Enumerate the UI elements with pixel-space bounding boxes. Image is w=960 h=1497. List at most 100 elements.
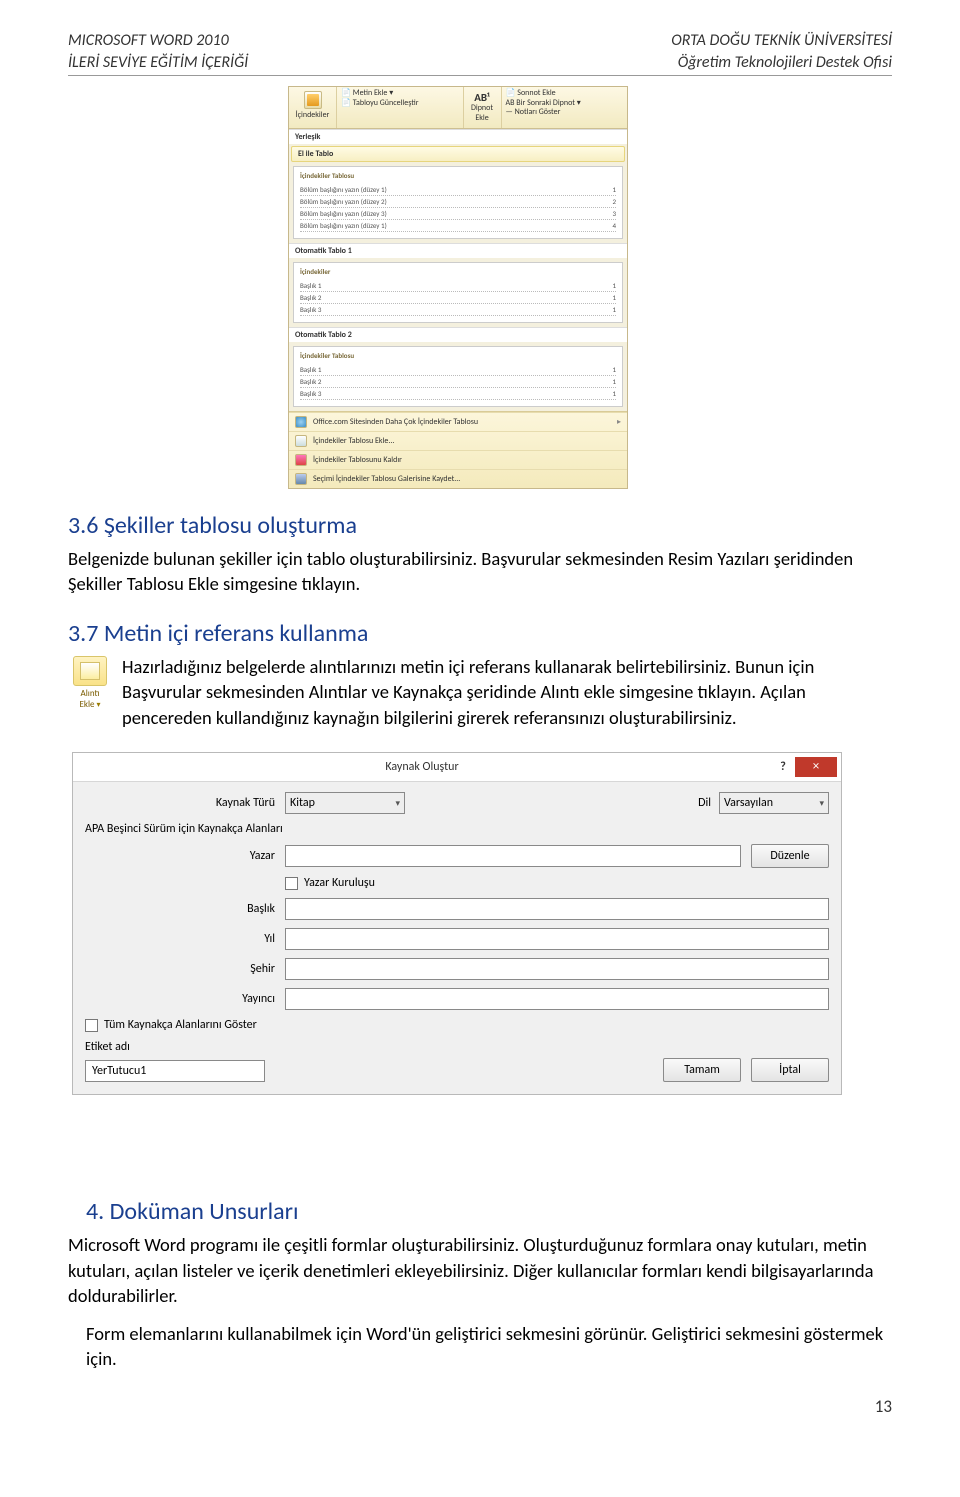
dd-section-auto1[interactable]: Otomatik Tablo 1: [289, 243, 627, 258]
kaynak-turu-label: Kaynak Türü: [85, 796, 285, 810]
heading-4: 4. Doküman Unsurları: [86, 1197, 892, 1226]
globe-icon: [295, 416, 307, 428]
dialog-body: Kaynak Türü Kitap ▾ Dil Varsayılan▾ APA B…: [73, 782, 841, 1094]
dil-label: Dil: [698, 796, 719, 810]
yazar-kurulusu-checkbox[interactable]: [285, 877, 298, 890]
notlari-goster-button[interactable]: — Notları Göster: [506, 108, 624, 118]
dd-preview-manual[interactable]: İçindekiler Tablosu Bölüm başlığını yazı…: [293, 166, 623, 239]
yazar-kurulusu-label: Yazar Kuruluşu: [304, 876, 375, 890]
kaynak-turu-select[interactable]: Kitap ▾: [285, 792, 405, 814]
page-number: 13: [68, 1396, 892, 1417]
baslik-label: Başlık: [85, 902, 285, 916]
kaynak-turu-value: Kitap: [290, 796, 315, 810]
p1l1n: 2: [612, 197, 616, 206]
header-right-line1: ORTA DOĞU TEKNİK ÜNİVERSİTESİ: [671, 30, 892, 52]
paragraph-3-6: Belgenizde bulunan şekiller için tablo o…: [68, 546, 892, 597]
p3l0n: 1: [612, 365, 616, 374]
iptal-button[interactable]: İptal: [751, 1058, 829, 1082]
p1l1t: Bölüm başlığını yazın (düzey 2): [300, 197, 387, 206]
dd-preview-auto1-title: İçindekiler: [300, 267, 616, 276]
page: MICROSOFT WORD 2010 İLERİ SEVİYE EĞİTİM …: [0, 0, 960, 1457]
dd-section-yerlesik: Yerleşik: [289, 129, 627, 144]
p3l2n: 1: [612, 389, 616, 398]
alinti-ekle-label1: Alıntı: [68, 688, 112, 699]
dd-footer-ekle[interactable]: İçindekiler Tablosu Ekle...: [289, 431, 627, 450]
dd-footer-officecom-label: Office.com Sitesinden Daha Çok İçindekil…: [313, 417, 478, 427]
dipnot-ekle-button[interactable]: AB¹ Dipnot Ekle: [464, 87, 502, 127]
apa-section-label: APA Beşinci Sürüm için Kaynakça Alanları: [85, 822, 829, 836]
paragraph-4b: Form elemanlarını kullanabilmek için Wor…: [86, 1321, 892, 1372]
dil-value: Varsayılan: [724, 796, 773, 810]
alinti-ekle-icon-block: Alıntı Ekle ▾: [68, 656, 112, 710]
bir-sonraki-dipnot-label: Bir Sonraki Dipnot: [516, 98, 575, 108]
ribbon-right-group: 📄 Sonnot Ekle AB Bir Sonraki Dipnot ▾ — …: [502, 87, 628, 127]
header-left-line2: İLERİ SEVİYE EĞİTİM İÇERİĞİ: [68, 52, 248, 74]
baslik-input[interactable]: [285, 898, 829, 920]
remove-icon: [295, 454, 307, 466]
dd-preview-auto1[interactable]: İçindekiler Başlık 11 Başlık 21 Başlık 3…: [293, 262, 623, 323]
tum-alanlar-checkbox[interactable]: [85, 1019, 98, 1032]
yil-input[interactable]: [285, 928, 829, 950]
p3l1t: Başlık 2: [300, 377, 321, 386]
help-button[interactable]: ?: [771, 757, 795, 777]
tabloyu-guncellestir-button[interactable]: 📄 Tabloyu Güncelleştir: [341, 99, 459, 109]
dd-footer-officecom[interactable]: Office.com Sitesinden Daha Çok İçindekil…: [289, 412, 627, 431]
heading-3-6: 3.6 Şekiller tablosu oluşturma: [68, 511, 892, 540]
p2l0n: 1: [612, 281, 616, 290]
p2l1t: Başlık 2: [300, 293, 321, 302]
dipnot-ekle-label: Dipnot Ekle: [470, 104, 495, 123]
dialog-titlebar: Kaynak Oluştur ? ×: [73, 753, 841, 782]
p1l2t: Bölüm başlığını yazın (düzey 3): [300, 209, 387, 218]
header-left-line1: MICROSOFT WORD 2010: [68, 30, 248, 52]
heading-3-7: 3.7 Metin içi referans kullanma: [68, 619, 892, 648]
yayinci-label: Yayıncı: [85, 992, 285, 1006]
dd-footer-kaydet[interactable]: Seçimi İçindekiler Tablosu Galerisine Ka…: [289, 469, 627, 488]
tum-alanlar-label: Tüm Kaynakça Alanlarını Göster: [104, 1018, 257, 1032]
duzenle-button[interactable]: Düzenle: [751, 844, 829, 868]
dd-preview-manual-title: İçindekiler Tablosu: [300, 171, 616, 180]
p1l3n: 4: [612, 221, 616, 230]
running-header: MICROSOFT WORD 2010 İLERİ SEVİYE EĞİTİM …: [68, 30, 892, 76]
dd-footer-ekle-label: İçindekiler Tablosu Ekle...: [313, 436, 394, 446]
dd-section-el-ile-tablo[interactable]: El ile Tablo: [291, 146, 625, 162]
dd-preview-auto2[interactable]: İçindekiler Tablosu Başlık 11 Başlık 21 …: [293, 346, 623, 407]
p1l3t: Bölüm başlığını yazın (düzey 1): [300, 221, 387, 230]
etiket-adi-label: Etiket adı: [85, 1040, 265, 1054]
yayinci-input[interactable]: [285, 988, 829, 1010]
notlari-goster-label: Notları Göster: [515, 107, 561, 117]
save-icon: [295, 473, 307, 485]
toc-button[interactable]: İçindekiler: [289, 87, 337, 127]
yazar-label: Yazar: [85, 849, 285, 863]
tamam-button[interactable]: Tamam: [663, 1058, 741, 1082]
chevron-right-icon: ▸: [617, 417, 621, 427]
chevron-down-icon: ▾: [395, 798, 400, 809]
close-button[interactable]: ×: [795, 757, 837, 777]
toc-button-label: İçindekiler: [295, 111, 330, 121]
chevron-down-icon: ▾: [97, 700, 101, 710]
document-icon: [295, 435, 307, 447]
p1l0t: Bölüm başlığını yazın (düzey 1): [300, 185, 387, 194]
p1l2n: 3: [612, 209, 616, 218]
sehir-label: Şehir: [85, 962, 285, 976]
sehir-input[interactable]: [285, 958, 829, 980]
alinti-ekle-icon: [73, 656, 107, 686]
header-right-line2: Öğretim Teknolojileri Destek Ofisi: [671, 52, 892, 74]
dil-select[interactable]: Varsayılan▾: [719, 792, 829, 814]
p3l1n: 1: [612, 377, 616, 386]
paragraph-3-7: Hazırladığınız belgelerde alıntılarınızı…: [68, 654, 892, 731]
dd-footer: Office.com Sitesinden Daha Çok İçindekil…: [289, 411, 627, 488]
kaynak-olustur-dialog: Kaynak Oluştur ? × Kaynak Türü Kitap ▾ Di…: [72, 752, 842, 1095]
dialog-title: Kaynak Oluştur: [73, 760, 771, 774]
ribbon-row: İçindekiler 📄 Metin Ekle ▾ 📄 Tabloyu Gün…: [289, 87, 627, 128]
yazar-input[interactable]: [285, 845, 741, 867]
p3l0t: Başlık 1: [300, 365, 321, 374]
dd-footer-kaydet-label: Seçimi İçindekiler Tablosu Galerisine Ka…: [313, 474, 460, 484]
p2l2t: Başlık 3: [300, 305, 321, 314]
dd-section-auto2[interactable]: Otomatik Tablo 2: [289, 327, 627, 342]
etiket-adi-input[interactable]: [85, 1060, 265, 1082]
dd-footer-kaldir[interactable]: İçindekiler Tablosunu Kaldır: [289, 450, 627, 469]
p3l2t: Başlık 3: [300, 389, 321, 398]
toc-icon: [304, 91, 322, 109]
dd-preview-auto2-title: İçindekiler Tablosu: [300, 351, 616, 360]
metin-ekle-label: Metin Ekle: [353, 88, 388, 98]
